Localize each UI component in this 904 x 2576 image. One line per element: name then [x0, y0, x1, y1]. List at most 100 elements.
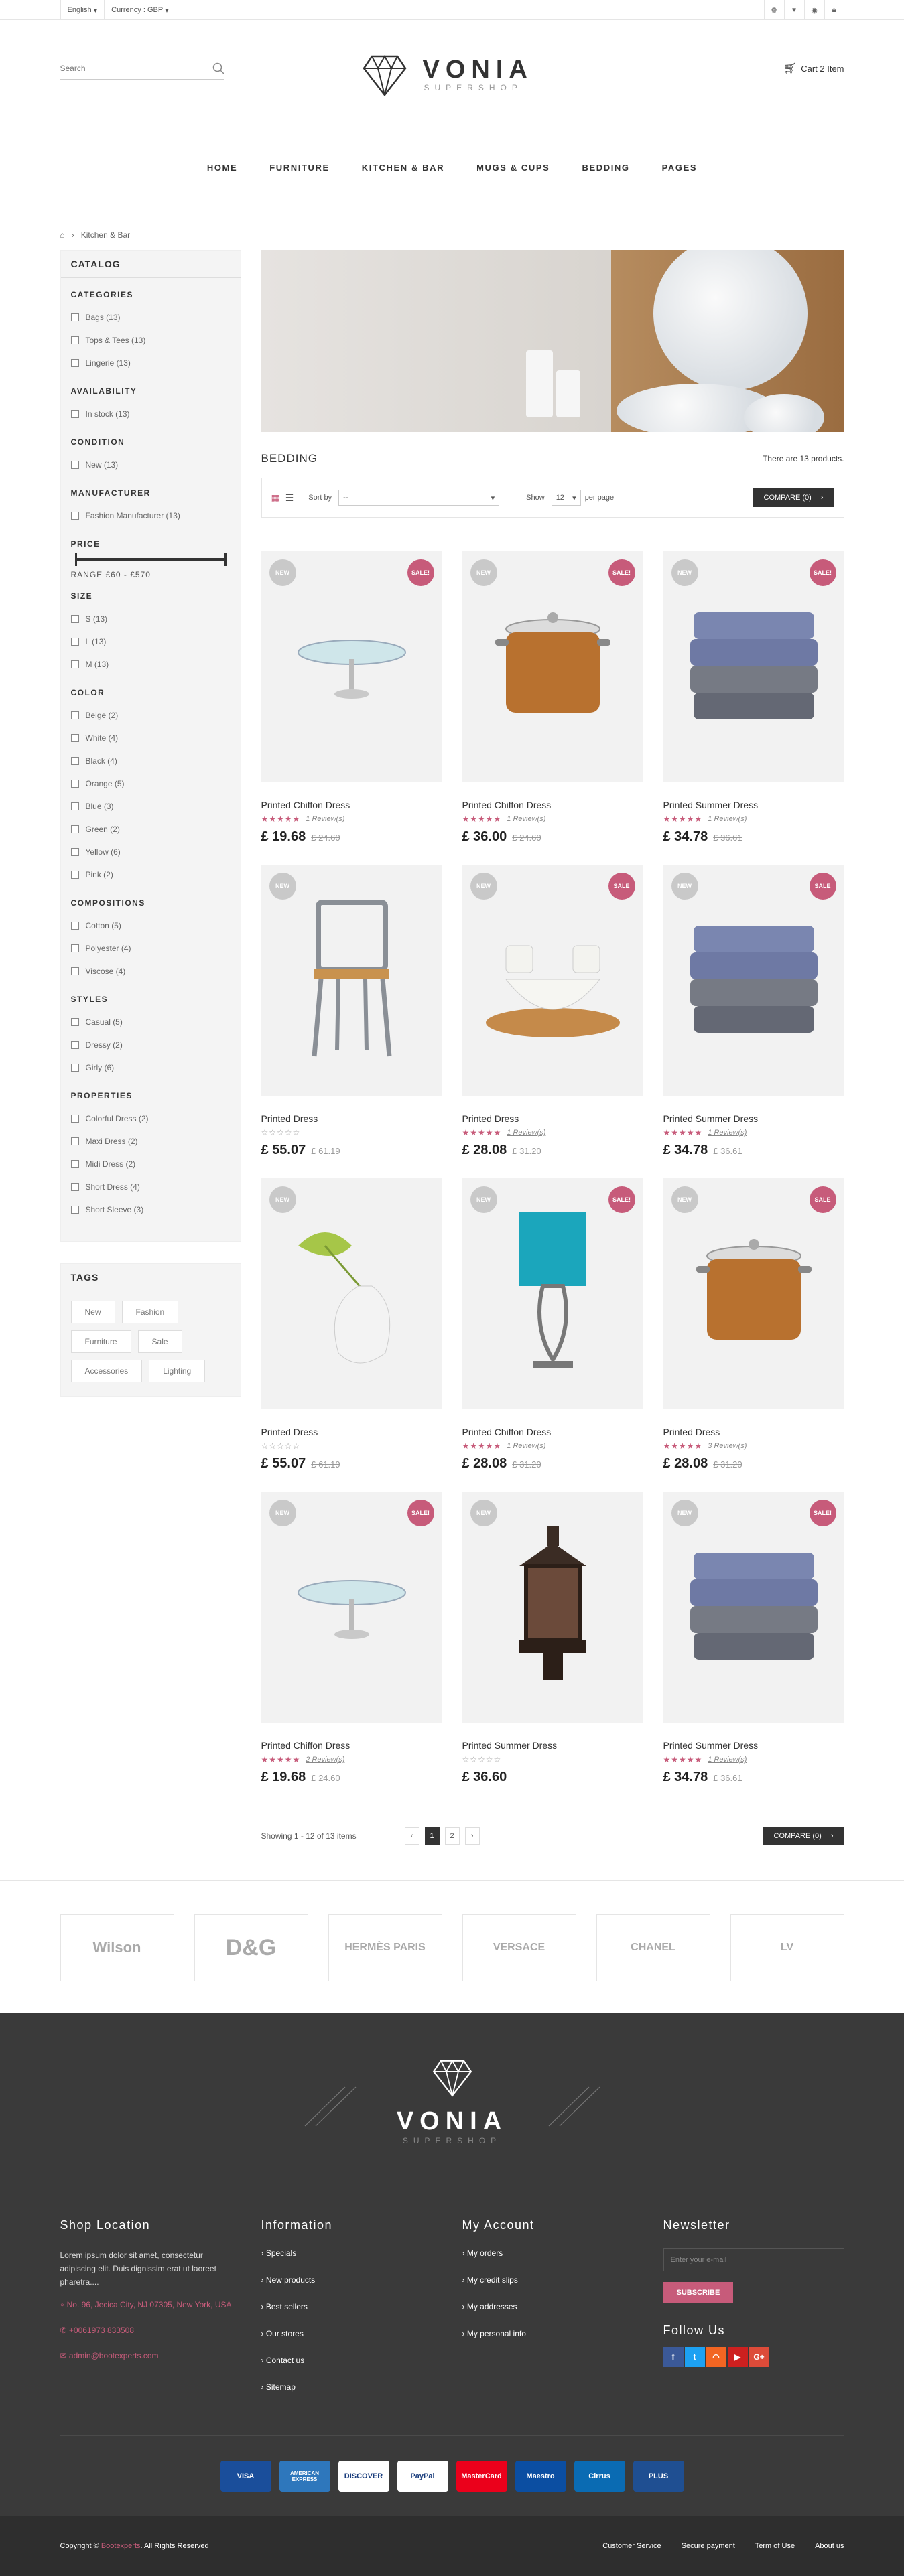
checkbox-icon[interactable] [70, 780, 79, 788]
product-card[interactable]: NEW SALE Printed Dress ★★★★★ 3 Review(s) £ 28… [663, 1178, 844, 1472]
checkbox-icon[interactable] [70, 848, 79, 856]
footer-link[interactable]: › Our stores [261, 2329, 442, 2356]
footer-link[interactable]: › Best sellers [261, 2302, 442, 2329]
product-card[interactable]: NEW SALE! Printed Chiffon Dress ★★★★★ 1 Revi… [462, 551, 643, 845]
product-name[interactable]: Printed Chiffon Dress [462, 800, 643, 810]
filter-checkbox[interactable]: Fashion Manufacturer (13) [70, 504, 231, 527]
sort-select[interactable]: -- ▾ [338, 490, 500, 506]
tag-link[interactable]: Sale [137, 1330, 182, 1353]
checkbox-icon[interactable] [70, 1160, 79, 1168]
nav-item-furniture[interactable]: FURNITURE [269, 163, 330, 173]
footer-link[interactable]: › New products [261, 2275, 442, 2302]
grid-view-icon[interactable]: ▦ [271, 492, 280, 504]
tag-link[interactable]: Fashion [121, 1301, 179, 1323]
checkbox-icon[interactable] [70, 313, 79, 321]
product-name[interactable]: Printed Chiffon Dress [261, 800, 442, 810]
footer-link[interactable]: › Sitemap [261, 2382, 442, 2409]
filter-checkbox[interactable]: Beige (2) [70, 704, 231, 727]
checkbox-icon[interactable] [70, 638, 79, 646]
reviews-link[interactable]: 1 Review(s) [306, 815, 344, 823]
tag-link[interactable]: New [70, 1301, 115, 1323]
reviews-link[interactable]: 1 Review(s) [708, 1129, 747, 1137]
product-card[interactable]: NEW SALE! Printed Summer Dress ★★★★★ 1 Revie… [663, 1492, 844, 1785]
home-icon[interactable]: ⌂ [60, 230, 65, 240]
brand-logo[interactable]: HERMÈS PARIS [328, 1914, 442, 1981]
product-card[interactable]: NEW SALE Printed Summer Dress ★★★★★ 1 Review… [663, 865, 844, 1158]
filter-checkbox[interactable]: Blue (3) [70, 795, 231, 818]
product-image[interactable]: NEW [261, 865, 442, 1096]
reviews-link[interactable]: 1 Review(s) [507, 815, 545, 823]
filter-checkbox[interactable]: Colorful Dress (2) [70, 1107, 231, 1130]
product-name[interactable]: Printed Chiffon Dress [261, 1740, 442, 1751]
product-name[interactable]: Printed Summer Dress [663, 800, 844, 810]
product-card[interactable]: NEW SALE! Printed Chiffon Dress ★★★★★ 2 Revi… [261, 1492, 442, 1785]
checkbox-icon[interactable] [70, 802, 79, 810]
product-name[interactable]: Printed Dress [663, 1427, 844, 1437]
email[interactable]: ✉ admin@bootexperts.com [60, 2349, 241, 2362]
brand-logo[interactable]: CHANEL [596, 1914, 710, 1981]
nav-item-pages[interactable]: PAGES [662, 163, 698, 173]
nav-item-home[interactable]: HOME [207, 163, 237, 173]
product-name[interactable]: Printed Dress [462, 1113, 643, 1124]
product-name[interactable]: Printed Summer Dress [663, 1740, 844, 1751]
product-card[interactable]: NEW SALE! Printed Chiffon Dress ★★★★★ 1 Revi… [462, 1178, 643, 1472]
brand-logo[interactable]: D&G [194, 1914, 308, 1981]
filter-checkbox[interactable]: Casual (5) [70, 1011, 231, 1033]
reviews-link[interactable]: 1 Review(s) [507, 1442, 545, 1450]
product-image[interactable]: NEW SALE! [261, 551, 442, 782]
checkbox-icon[interactable] [70, 967, 79, 975]
footer-link[interactable]: › My orders [462, 2248, 643, 2275]
bottom-link[interactable]: Term of Use [755, 2542, 795, 2550]
brand-logo[interactable]: VERSACE [462, 1914, 576, 1981]
product-image[interactable]: NEW [462, 1492, 643, 1723]
youtube-icon[interactable]: ▶ [727, 2347, 748, 2367]
facebook-icon[interactable]: f [663, 2347, 684, 2367]
product-image[interactable]: NEW SALE! [663, 1492, 844, 1723]
checkbox-icon[interactable] [70, 1137, 79, 1145]
filter-checkbox[interactable]: Girly (6) [70, 1056, 231, 1079]
filter-checkbox[interactable]: New (13) [70, 453, 231, 476]
next-page-button[interactable]: › [464, 1827, 480, 1845]
checkbox-icon[interactable] [70, 734, 79, 742]
product-card[interactable]: NEW SALE! Printed Summer Dress ★★★★★ 1 Revie… [663, 551, 844, 845]
checkbox-icon[interactable] [70, 1115, 79, 1123]
rss-icon[interactable]: ◠ [706, 2347, 726, 2367]
reviews-link[interactable]: 3 Review(s) [708, 1442, 747, 1450]
footer-link[interactable]: › My credit slips [462, 2275, 643, 2302]
cart-button[interactable]: 🛒︎ Cart 2 Item [783, 62, 844, 75]
reviews-link[interactable]: 1 Review(s) [708, 1756, 747, 1764]
nav-item-mugs-cups[interactable]: MUGS & CUPS [476, 163, 550, 173]
footer-link[interactable]: › My addresses [462, 2302, 643, 2329]
tag-link[interactable]: Accessories [70, 1360, 143, 1382]
filter-checkbox[interactable]: L (13) [70, 630, 231, 653]
checkbox-icon[interactable] [70, 922, 79, 930]
checkbox-icon[interactable] [70, 615, 79, 623]
product-name[interactable]: Printed Dress [261, 1427, 442, 1437]
checkbox-icon[interactable] [70, 711, 79, 719]
product-image[interactable]: NEW SALE! [462, 1178, 643, 1409]
filter-checkbox[interactable]: Tops & Tees (13) [70, 329, 231, 352]
filter-checkbox[interactable]: Bags (13) [70, 306, 231, 329]
filter-checkbox[interactable]: In stock (13) [70, 403, 231, 425]
checkbox-icon[interactable] [70, 871, 79, 879]
product-name[interactable]: Printed Summer Dress [462, 1740, 643, 1751]
bottom-link[interactable]: Customer Service [602, 2542, 661, 2550]
reviews-link[interactable]: 2 Review(s) [306, 1756, 344, 1764]
product-image[interactable]: NEW SALE [462, 865, 643, 1096]
compare-button[interactable]: COMPARE (0) › [753, 488, 834, 507]
checkbox-icon[interactable] [70, 757, 79, 765]
reviews-link[interactable]: 1 Review(s) [507, 1129, 545, 1137]
product-image[interactable]: NEW SALE [663, 865, 844, 1096]
filter-checkbox[interactable]: Maxi Dress (2) [70, 1130, 231, 1153]
search-icon[interactable] [212, 62, 224, 74]
filter-checkbox[interactable]: Black (4) [70, 749, 231, 772]
reviews-link[interactable]: 1 Review(s) [708, 815, 747, 823]
price-slider[interactable] [74, 553, 227, 566]
logo[interactable]: VONIA SUPERSHOP [359, 48, 533, 100]
copyright-brand-link[interactable]: Bootexperts [101, 2542, 141, 2550]
checkbox-icon[interactable] [70, 512, 79, 520]
filter-checkbox[interactable]: Viscose (4) [70, 960, 231, 983]
page-button[interactable]: 1 [424, 1827, 440, 1845]
product-card[interactable]: NEW SALE Printed Dress ★★★★★ 1 Review(s) £ 28… [462, 865, 643, 1158]
checkbox-icon[interactable] [70, 1064, 79, 1072]
